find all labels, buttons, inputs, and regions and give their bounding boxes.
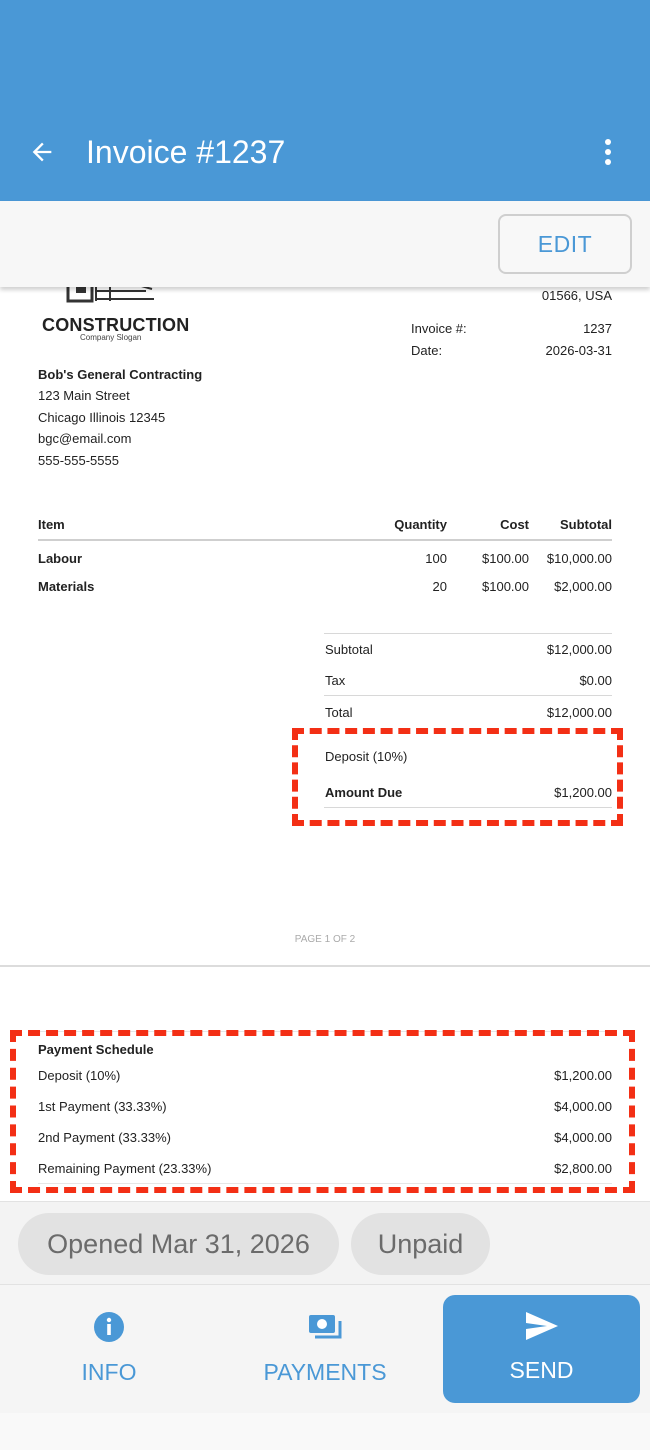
table-header-subtotal: Subtotal bbox=[560, 517, 612, 532]
bottom-spacer bbox=[0, 1413, 650, 1450]
payment-schedule-highlight-box bbox=[10, 1030, 635, 1193]
invoice-number-value: 1237 bbox=[583, 321, 612, 336]
sender-city: Chicago Illinois 12345 bbox=[38, 410, 166, 425]
payment-schedule-section: Payment Schedule Deposit (10%) $1,200.00… bbox=[0, 967, 650, 1201]
deposit-highlight-box bbox=[292, 728, 623, 826]
invoice-date-label: Date: bbox=[411, 343, 443, 358]
send-button[interactable]: SEND bbox=[443, 1295, 640, 1403]
recipient-address-line: 01566, USA bbox=[541, 288, 612, 303]
sender-street: 123 Main Street bbox=[38, 388, 130, 403]
tax-value: $0.00 bbox=[579, 673, 612, 688]
arrow-back-icon bbox=[32, 142, 52, 162]
table-header-cost: Cost bbox=[500, 517, 529, 532]
sender-phone: 555-555-5555 bbox=[38, 453, 119, 468]
page-title: Invoice #1237 bbox=[86, 134, 286, 170]
invoice-date-value: 2026-03-31 bbox=[545, 343, 613, 358]
table-row-quantity: 100 bbox=[425, 551, 447, 566]
table-row-cost: $100.00 bbox=[482, 551, 529, 566]
sender-name: Bob's General Contracting bbox=[38, 367, 203, 382]
invoice-number-label: Invoice #: bbox=[411, 321, 467, 336]
info-label: INFO bbox=[81, 1359, 137, 1385]
table-header-divider bbox=[38, 539, 612, 541]
payment-status-chip: Unpaid bbox=[351, 1213, 490, 1275]
totals-divider bbox=[324, 633, 612, 634]
table-row-quantity: 20 bbox=[432, 579, 447, 594]
totals-divider bbox=[324, 695, 612, 696]
table-header-quantity: Quantity bbox=[394, 517, 447, 532]
table-row-item: Materials bbox=[38, 579, 95, 594]
app-bar: Invoice #1237 bbox=[0, 0, 650, 201]
invoice-toolbar: EDIT bbox=[0, 201, 650, 287]
invoice-preview: CONSTRUCTION Company Slogan 01566, USA I… bbox=[0, 287, 650, 965]
company-logo-graphic bbox=[66, 287, 154, 303]
total-label: Total bbox=[325, 705, 353, 720]
more-vert-icon bbox=[605, 139, 611, 165]
payments-icon bbox=[309, 1315, 342, 1339]
more-options-button[interactable] bbox=[588, 132, 628, 172]
payments-button[interactable]: PAYMENTS bbox=[225, 1285, 425, 1413]
subtotal-value: $12,000.00 bbox=[546, 642, 612, 657]
company-logo-slogan: Company Slogan bbox=[80, 333, 142, 342]
info-icon bbox=[94, 1312, 124, 1342]
table-row-item: Labour bbox=[38, 551, 83, 566]
table-row-subtotal: $2,000.00 bbox=[554, 579, 612, 594]
page-indicator: PAGE 1 OF 2 bbox=[294, 934, 356, 945]
status-chip-bar: Opened Mar 31, 2026 Unpaid bbox=[0, 1201, 650, 1285]
table-row-subtotal: $10,000.00 bbox=[546, 551, 612, 566]
total-value: $12,000.00 bbox=[546, 705, 612, 720]
payments-label: PAYMENTS bbox=[263, 1359, 387, 1385]
sender-email: bgc@email.com bbox=[38, 431, 132, 446]
opened-date-chip: Opened Mar 31, 2026 bbox=[18, 1213, 339, 1275]
info-button[interactable]: INFO bbox=[9, 1285, 209, 1413]
table-header-item: Item bbox=[38, 517, 65, 532]
table-row-cost: $100.00 bbox=[482, 579, 529, 594]
bottom-action-bar: INFO PAYMENTS SEND bbox=[0, 1285, 650, 1413]
back-button[interactable] bbox=[22, 132, 62, 172]
subtotal-label: Subtotal bbox=[325, 642, 373, 657]
send-icon bbox=[525, 1312, 558, 1340]
send-label: SEND bbox=[509, 1357, 574, 1383]
edit-button[interactable]: EDIT bbox=[498, 214, 632, 274]
tax-label: Tax bbox=[325, 673, 346, 688]
